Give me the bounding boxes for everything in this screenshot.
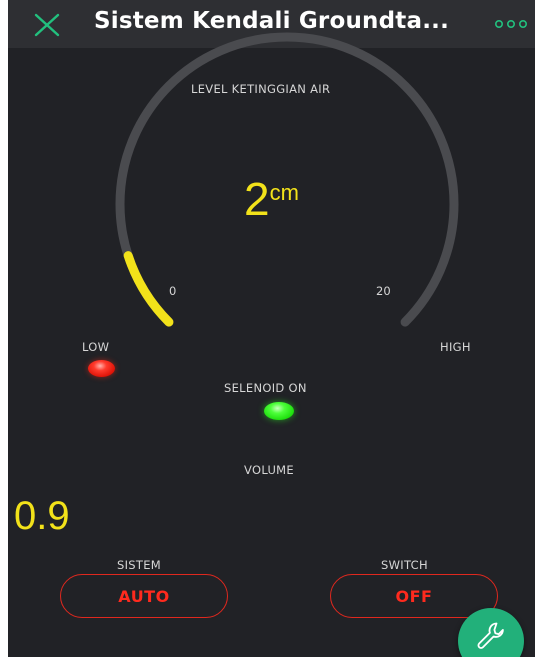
switch-label: SWITCH (381, 558, 428, 572)
app-screen: Sistem Kendali Groundta... LEVEL KETINGG… (8, 0, 535, 657)
gauge-value: 2cm (244, 176, 299, 222)
gauge-label: LEVEL KETINGGIAN AIR (191, 82, 331, 96)
selenoid-led (264, 402, 294, 420)
high-label: HIGH (440, 340, 471, 354)
gauge-min-label: 0 (169, 284, 177, 298)
gauge-value-number: 2 (244, 173, 270, 225)
more-icon[interactable] (494, 19, 528, 29)
sistem-label: SISTEM (117, 558, 162, 572)
app-title: Sistem Kendali Groundta... (94, 8, 450, 34)
low-led (88, 360, 115, 377)
volume-value: 0.9 (14, 494, 70, 538)
wrench-icon (477, 622, 504, 649)
selenoid-label: SELENOID ON (224, 381, 307, 395)
gauge-value-unit: cm (269, 180, 299, 205)
close-icon[interactable] (32, 10, 62, 40)
gauge-fill (123, 251, 174, 327)
auto-button[interactable]: AUTO (60, 574, 228, 618)
level-gauge (115, 32, 459, 327)
off-button[interactable]: OFF (330, 574, 498, 618)
gauge-max-label: 20 (376, 284, 391, 298)
volume-label: VOLUME (244, 463, 294, 477)
low-label: LOW (82, 340, 110, 354)
top-bar: Sistem Kendali Groundta... (8, 0, 535, 48)
